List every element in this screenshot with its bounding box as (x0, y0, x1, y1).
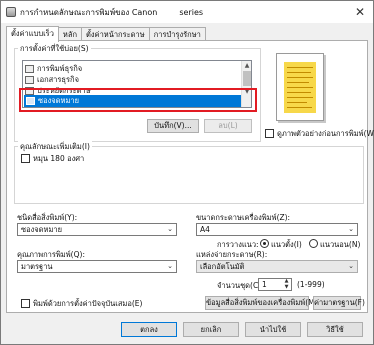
paper-source-select[interactable]: เลือกอัตโนมัติ ⌄ (196, 260, 358, 273)
scroll-up-icon[interactable]: ▲ (243, 62, 251, 70)
print-quality-select[interactable]: มาตรฐาน ⌄ (17, 260, 177, 273)
highlight-box (19, 88, 257, 112)
chevron-down-icon: ⌄ (167, 225, 173, 233)
copies-stepper[interactable]: 1 ▲ ▼ (258, 278, 292, 291)
save-button[interactable]: บันทึก(V)... (147, 119, 199, 133)
portrait-radio[interactable] (260, 239, 269, 248)
delete-button[interactable]: ลบ(L) (204, 119, 252, 133)
ok-button[interactable]: ตกลง (121, 322, 177, 337)
printer-paper-size-select[interactable]: A4 ⌄ (196, 223, 358, 236)
tab-maintenance[interactable]: การบำรุงรักษา (148, 27, 206, 41)
printer-media-info-button[interactable]: ข้อมูลสื่อสิ่งพิมพ์ของเครื่องพิมพ์(M)... (205, 296, 325, 310)
always-print-current-label: พิมพ์ด้วยการตั้งค่าปัจจุบันเสมอ(E) (33, 299, 143, 308)
window-title: การกำหนดลักษณะการพิมพ์ของ Canon (20, 7, 158, 17)
copies-label: จำนวนชุด(C): (217, 281, 264, 290)
close-icon[interactable]: ✕ (347, 1, 373, 22)
preview-print-area (284, 62, 316, 113)
list-item[interactable]: เอกสารธุรกิจ (25, 74, 79, 85)
title-bar: การกำหนดลักษณะการพิมพ์ของ Canon series ✕ (1, 1, 373, 23)
quick-setup-panel: การตั้งค่าที่ใช้บ่อย(S) การพิมพ์ธุรกิจ เ… (6, 40, 374, 313)
additional-features-label: คุณลักษณะเพิ่มเติม(I) (18, 141, 92, 153)
preview-before-print-checkbox[interactable] (265, 129, 274, 138)
printing-preferences-window: การกำหนดลักษณะการพิมพ์ของ Canon series ✕… (0, 0, 374, 345)
list-item[interactable]: การพิมพ์ธุรกิจ (25, 63, 82, 74)
landscape-label: แนวนอน(N) (320, 240, 361, 249)
chevron-down-icon: ⌄ (348, 262, 354, 270)
chevron-down-icon: ⌄ (348, 225, 354, 233)
cancel-button[interactable]: ยกเลิก (183, 322, 239, 337)
window-title-model: series (179, 7, 204, 17)
tab-strip: ตั้งค่าแบบเร็ว หลัก ตั้งค่าหน้ากระดาษ กา… (6, 26, 206, 42)
always-print-current-checkbox[interactable] (21, 299, 30, 308)
portrait-label: แนวตั้ง(I) (271, 240, 302, 249)
common-settings-label: การตั้งค่าที่ใช้บ่อย(S) (18, 43, 91, 55)
preview-before-print-label: ดูภาพตัวอย่างก่อนการพิมพ์(W) (277, 129, 374, 138)
apply-button[interactable]: นำไปใช้ (245, 322, 301, 337)
spin-down-icon[interactable]: ▼ (282, 285, 291, 290)
scrollbar-thumb[interactable] (243, 71, 251, 86)
help-button[interactable]: วิธีใช้ (307, 322, 363, 337)
copies-range: (1-999) (297, 280, 325, 289)
defaults-button[interactable]: ค่ามาตรฐาน(F) (313, 296, 365, 310)
tab-page-setup[interactable]: ตั้งค่าหน้ากระดาษ (81, 27, 150, 41)
printer-icon (25, 64, 34, 73)
landscape-radio[interactable] (309, 239, 318, 248)
chevron-down-icon: ⌄ (167, 262, 173, 270)
media-type-select[interactable]: ซองจดหมาย ⌄ (17, 223, 177, 236)
tab-main[interactable]: หลัก (57, 27, 83, 41)
rotate-180-label: หมุน 180 องศา (33, 154, 85, 163)
tab-quick-setup[interactable]: ตั้งค่าแบบเร็ว (6, 26, 59, 42)
rotate-180-checkbox[interactable] (21, 154, 30, 163)
printer-app-icon (6, 7, 16, 17)
paper-preview (276, 53, 334, 133)
preview-paper (276, 53, 324, 121)
document-icon (25, 75, 34, 84)
